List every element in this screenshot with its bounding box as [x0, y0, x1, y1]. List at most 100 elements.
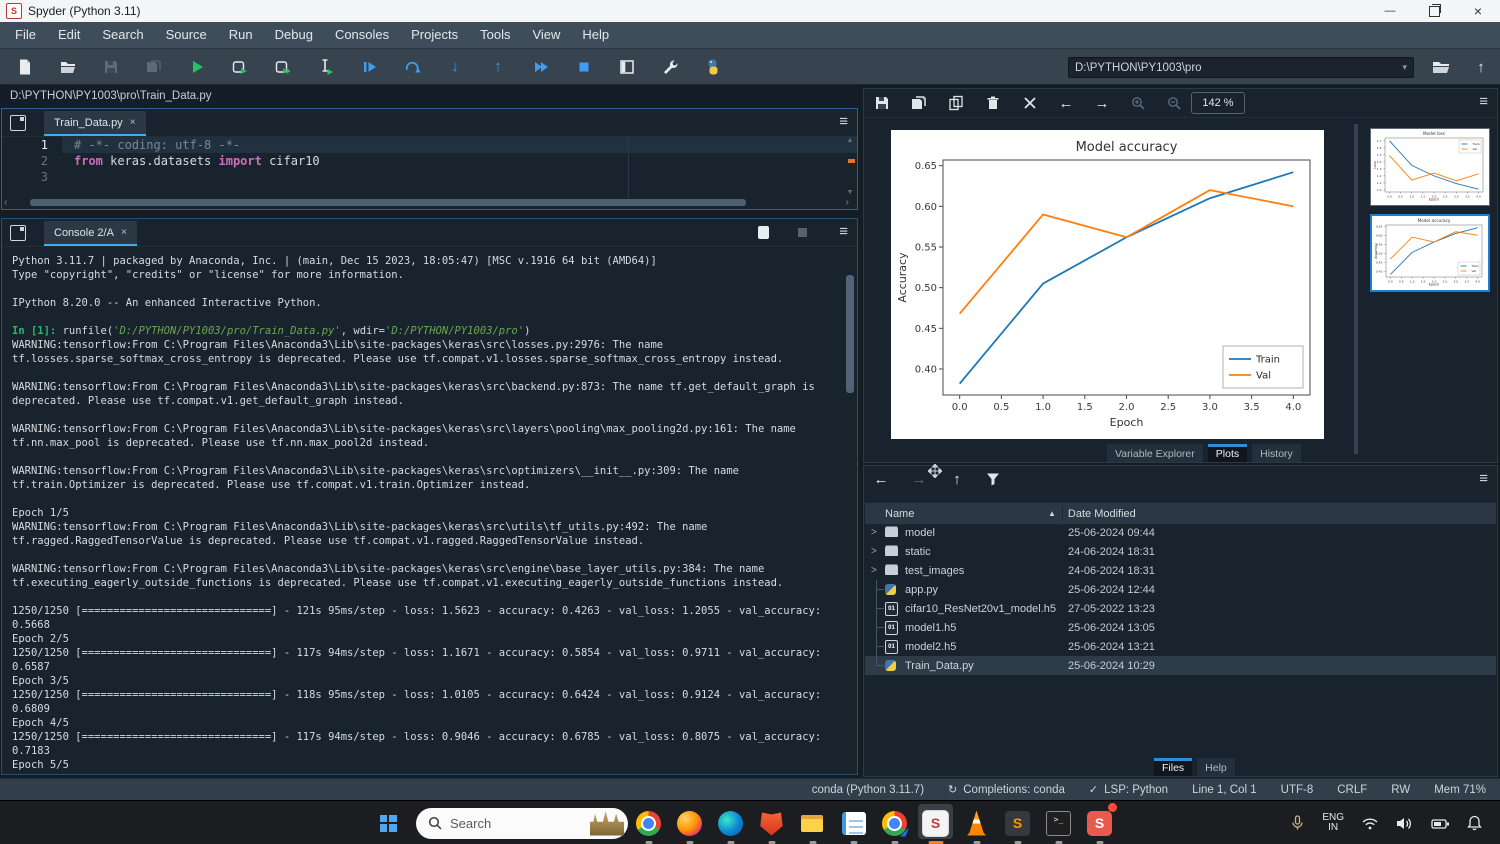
interrupt-kernel-icon[interactable] [758, 226, 769, 239]
taskbar-app-brave[interactable] [751, 801, 792, 844]
console-tab[interactable]: Console 2/A × [44, 221, 137, 246]
maximize-pane-button[interactable] [610, 53, 644, 81]
file-row-model[interactable]: >model25-06-2024 09:44 [865, 523, 1496, 542]
menu-item-view[interactable]: View [521, 22, 571, 48]
files-table-header[interactable]: Name ▲ Date Modified [865, 502, 1496, 525]
microphone-icon[interactable] [1290, 815, 1305, 831]
scrollbar-thumb[interactable] [846, 275, 854, 393]
files-parent-button[interactable]: ↑ [946, 469, 968, 489]
notifications-bell-icon[interactable] [1467, 815, 1482, 831]
step-return-button[interactable]: ↑ [481, 53, 515, 81]
menu-item-projects[interactable]: Projects [400, 22, 469, 48]
browse-tabs-icon[interactable] [10, 225, 26, 241]
menu-item-search[interactable]: Search [91, 22, 154, 48]
zoom-out-button[interactable] [1164, 93, 1184, 113]
editor-horizontal-scrollbar[interactable]: ‹ › [6, 199, 841, 207]
menu-item-tools[interactable]: Tools [469, 22, 521, 48]
taskbar-app-spyder[interactable]: S [915, 801, 956, 844]
restore-button[interactable] [1412, 0, 1456, 22]
run-selection-button[interactable] [309, 53, 343, 81]
files-forward-button[interactable]: → [908, 469, 930, 489]
plot-thumbnail-loss[interactable]: 0.00.51.01.52.02.53.03.54.01.01.11.21.31… [1370, 128, 1490, 206]
console-vertical-scrollbar[interactable] [845, 251, 855, 768]
start-button[interactable] [368, 803, 408, 843]
save-all-button[interactable] [137, 53, 171, 81]
files-options-menu-icon[interactable]: ≡ [1479, 470, 1488, 487]
taskbar-app-vlc[interactable] [956, 801, 997, 844]
expand-icon[interactable]: > [871, 527, 885, 538]
save-plot-button[interactable] [872, 93, 892, 113]
stop-button[interactable] [567, 53, 601, 81]
next-plot-button[interactable]: → [1092, 93, 1112, 113]
debug-file-button[interactable] [352, 53, 386, 81]
save-all-plots-button[interactable] [909, 93, 929, 113]
tab-files[interactable]: Files [1154, 758, 1192, 776]
code-area[interactable]: 1# -*- coding: utf-8 -*-2from keras.data… [2, 137, 857, 185]
parent-directory-button[interactable]: ↑ [1466, 54, 1496, 80]
taskbar-app-sublime[interactable]: S [997, 801, 1038, 844]
browse-directory-button[interactable] [1426, 54, 1456, 80]
remove-all-plots-button[interactable] [1020, 93, 1040, 113]
taskbar-app-firefox[interactable] [669, 801, 710, 844]
run-cell-advance-button[interactable] [266, 53, 300, 81]
menu-item-consoles[interactable]: Consoles [324, 22, 400, 48]
column-header-date-modified[interactable]: Date Modified [1068, 508, 1136, 520]
file-row-test-images[interactable]: >test_images24-06-2024 18:31 [865, 561, 1496, 580]
language-indicator[interactable]: ENGIN [1322, 813, 1344, 834]
editor-options-menu-icon[interactable]: ≡ [839, 113, 848, 130]
taskbar-search-box[interactable]: Search [416, 808, 628, 839]
file-row-app-py[interactable]: app.py25-06-2024 12:44 [865, 580, 1496, 599]
plot-thumbnail-accuracy-selected[interactable]: 0.00.51.01.52.02.53.03.54.00.400.450.500… [1370, 214, 1490, 292]
preferences-button[interactable] [653, 53, 687, 81]
python-interpreter-icon[interactable] [696, 53, 730, 81]
taskbar-app-explorer[interactable] [792, 801, 833, 844]
battery-icon[interactable] [1431, 816, 1450, 831]
save-button[interactable] [94, 53, 128, 81]
tab-variable-explorer[interactable]: Variable Explorer [1107, 444, 1203, 462]
remove-plot-button[interactable] [983, 93, 1003, 113]
files-back-button[interactable]: ← [870, 469, 892, 489]
wifi-icon[interactable] [1361, 816, 1379, 831]
scroll-up-icon[interactable]: ▲ [844, 137, 856, 145]
file-row-static[interactable]: >static24-06-2024 18:31 [865, 542, 1496, 561]
open-file-button[interactable] [51, 53, 85, 81]
zoom-in-button[interactable] [1128, 93, 1148, 113]
tab-plots[interactable]: Plots [1208, 444, 1247, 462]
search-highlight-image[interactable] [590, 811, 624, 836]
expand-icon[interactable]: > [871, 565, 885, 576]
copy-plot-button[interactable] [946, 93, 966, 113]
taskbar-app-notepad[interactable] [833, 801, 874, 844]
menu-item-debug[interactable]: Debug [264, 22, 324, 48]
plots-thumbnail-scrollbar[interactable] [1354, 124, 1358, 454]
taskbar-app-chrome[interactable] [628, 801, 669, 844]
file-row-model1-h5[interactable]: 01model1.h525-06-2024 13:05 [865, 618, 1496, 637]
continue-execution-button[interactable] [524, 53, 558, 81]
run-cell-button[interactable] [223, 53, 257, 81]
editor-tab-train-data[interactable]: Train_Data.py × [44, 111, 146, 136]
editor-vertical-scrollbar[interactable]: ▲ ▼ [844, 137, 856, 197]
step-into-button[interactable]: ↓ [438, 53, 472, 81]
taskbar-app-edge[interactable] [710, 801, 751, 844]
minimize-button[interactable]: — [1368, 0, 1412, 22]
scroll-right-icon[interactable]: › [846, 198, 849, 207]
plots-options-menu-icon[interactable]: ≡ [1479, 93, 1488, 110]
menu-item-edit[interactable]: Edit [47, 22, 91, 48]
scrollbar-thumb[interactable] [30, 199, 746, 206]
files-filter-button[interactable] [982, 469, 1004, 489]
scroll-left-icon[interactable]: ‹ [4, 198, 7, 207]
menu-item-help[interactable]: Help [571, 22, 620, 48]
file-row-cifar10-resnet20v1-model-h5[interactable]: 01cifar10_ResNet20v1_model.h527-05-2022 … [865, 599, 1496, 618]
taskbar-app-reds[interactable]: S [1079, 801, 1120, 844]
rerun-cell-button[interactable] [395, 53, 429, 81]
file-row-train-data-py[interactable]: Train_Data.py25-06-2024 10:29 [865, 656, 1496, 675]
tab-history[interactable]: History [1252, 444, 1301, 462]
menu-item-run[interactable]: Run [218, 22, 264, 48]
expand-icon[interactable]: > [871, 546, 885, 557]
previous-plot-button[interactable]: ← [1056, 93, 1076, 113]
browse-tabs-icon[interactable] [10, 115, 26, 131]
tab-help[interactable]: Help [1197, 758, 1235, 776]
close-button[interactable]: × [1456, 0, 1500, 22]
volume-icon[interactable] [1396, 816, 1414, 831]
console-output[interactable]: Python 3.11.7 | packaged by Anaconda, In… [2, 247, 857, 772]
menu-item-file[interactable]: File [4, 22, 47, 48]
